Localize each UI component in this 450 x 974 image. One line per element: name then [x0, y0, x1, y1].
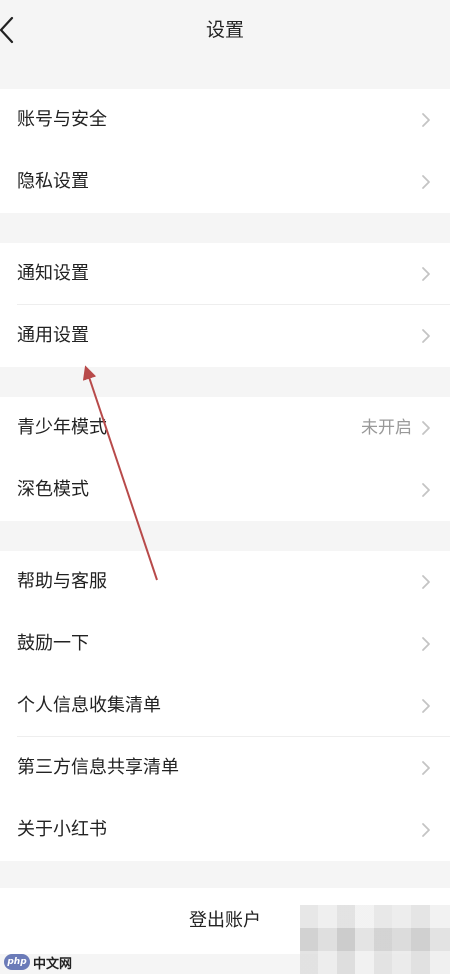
watermark: php 中文网: [4, 952, 72, 972]
watermark-text: 中文网: [33, 956, 73, 972]
chevron-right-icon: [422, 329, 430, 343]
row-label: 通知设置: [17, 263, 89, 284]
row-general-settings[interactable]: 通用设置: [0, 305, 450, 367]
top-bar: 设置: [0, 0, 450, 60]
chevron-right-icon: [422, 761, 430, 775]
row-label: 账号与安全: [17, 109, 107, 130]
row-label: 青少年模式: [17, 417, 107, 438]
chevron-right-icon: [422, 421, 430, 435]
row-account-security[interactable]: 账号与安全: [0, 89, 450, 151]
chevron-right-icon: [422, 483, 430, 497]
row-encourage[interactable]: 鼓励一下: [0, 613, 450, 675]
settings-group-account: 账号与安全 隐私设置: [0, 89, 450, 213]
row-dark-mode[interactable]: 深色模式: [0, 459, 450, 521]
chevron-right-icon: [422, 267, 430, 281]
row-personal-info-list[interactable]: 个人信息收集清单: [0, 675, 450, 737]
mosaic-overlay: [300, 905, 450, 974]
row-privacy-settings[interactable]: 隐私设置: [0, 151, 450, 213]
row-third-party-sharing-list[interactable]: 第三方信息共享清单: [0, 737, 450, 799]
watermark-logo: php: [4, 954, 30, 970]
row-label: 第三方信息共享清单: [17, 757, 179, 778]
page-title: 设置: [205, 19, 244, 41]
row-label: 隐私设置: [17, 171, 89, 192]
chevron-right-icon: [422, 637, 430, 651]
settings-group-notifications: 通知设置 通用设置: [0, 243, 450, 367]
row-about-app[interactable]: 关于小红书: [0, 799, 450, 861]
chevron-right-icon: [422, 175, 430, 189]
chevron-right-icon: [422, 575, 430, 589]
settings-group-modes: 青少年模式 未开启 深色模式: [0, 397, 450, 521]
row-label: 通用设置: [17, 325, 89, 346]
row-label: 帮助与客服: [17, 571, 107, 592]
teen-mode-status: 未开启: [361, 418, 412, 438]
chevron-right-icon: [422, 699, 430, 713]
row-label: 鼓励一下: [17, 633, 89, 654]
row-notification-settings[interactable]: 通知设置: [0, 243, 450, 305]
settings-group-about: 帮助与客服 鼓励一下 个人信息收集清单 第三方信息共享清单 关于小红书: [0, 551, 450, 861]
chevron-right-icon: [422, 113, 430, 127]
row-label: 关于小红书: [17, 819, 107, 840]
row-label: 深色模式: [17, 479, 89, 500]
row-teen-mode[interactable]: 青少年模式 未开启: [0, 397, 450, 459]
row-label: 个人信息收集清单: [17, 695, 161, 716]
chevron-right-icon: [422, 823, 430, 837]
row-help-support[interactable]: 帮助与客服: [0, 551, 450, 613]
